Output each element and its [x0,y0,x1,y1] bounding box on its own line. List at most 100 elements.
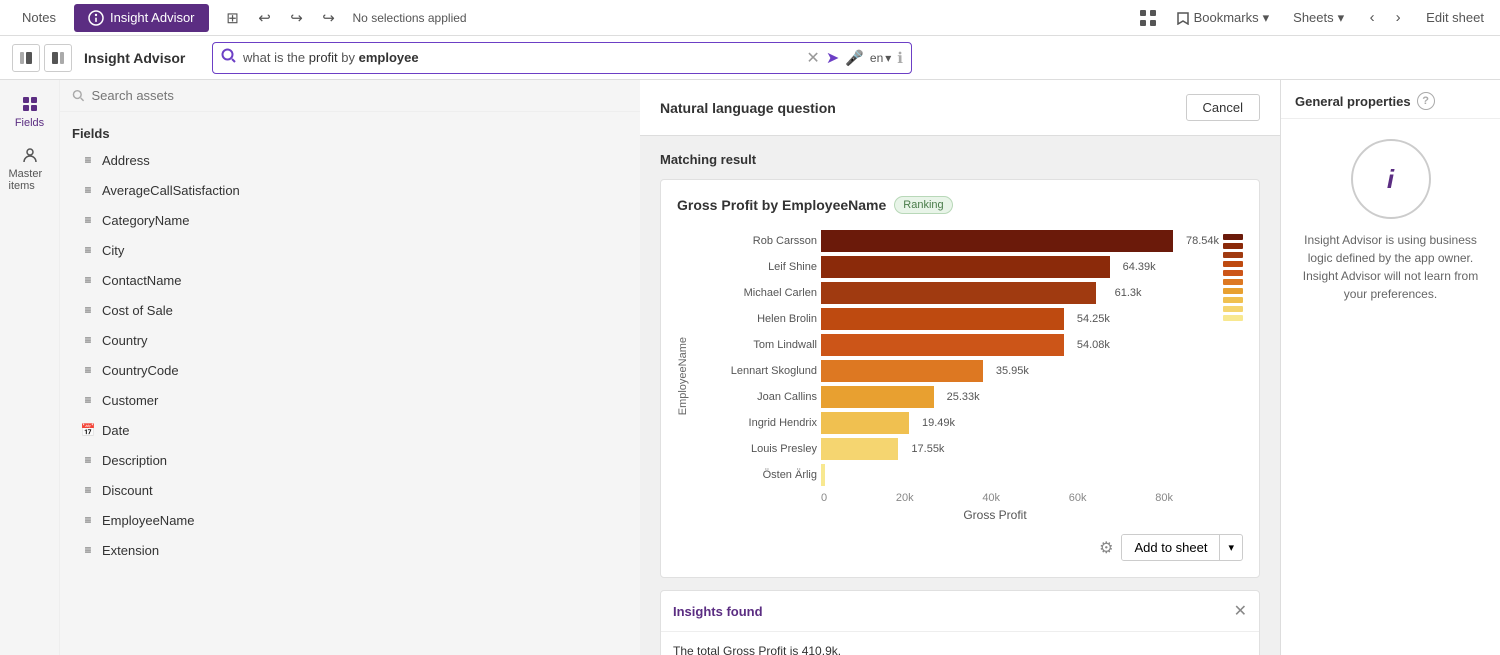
next-sheet-icon[interactable]: › [1386,6,1410,30]
left-panel-toggle[interactable] [12,44,40,72]
field-text-icon: ≡ [80,542,96,558]
edit-sheet-button[interactable]: Edit sheet [1418,6,1492,29]
field-item-categoryname[interactable]: ≡ CategoryName [72,205,628,235]
insights-close-icon[interactable]: ✕ [1234,601,1247,621]
fields-section-label: Fields [72,120,628,145]
selection-icon[interactable]: ⊞ [221,6,245,30]
info-description: Insight Advisor is using business logic … [1297,231,1484,303]
field-text-icon: ≡ [80,332,96,348]
bar-row-osten: Östen Ärlig [697,464,1173,486]
master-items-nav-item[interactable]: Master items [5,139,55,198]
insight-item-1: The total Gross Profit is 410.9k. [661,632,1259,655]
search-box: what is the profit by employee ✕ ➤ 🎤 en … [212,42,912,74]
topbar-right: Bookmarks ▾ Sheets ▾ ‹ › Edit sheet [1136,6,1492,30]
search-info-icon[interactable]: ℹ [897,49,903,67]
bar-row-joan: Joan Callins 25.33k [697,386,1173,408]
selections-forward-icon[interactable]: ↪ [317,6,341,30]
insight-icon [88,10,104,26]
insights-title: Insights found [673,604,763,619]
fields-nav-item[interactable]: Fields [5,88,55,135]
prev-sheet-icon[interactable]: ‹ [1360,6,1384,30]
chart-settings-icon[interactable]: ⚙ [1099,538,1113,558]
field-item-city[interactable]: ≡ City [72,235,628,265]
field-text-icon: ≡ [80,452,96,468]
fields-icon [20,94,40,114]
field-text-icon: ≡ [80,392,96,408]
search-submit-icon[interactable]: ➤ [826,48,839,68]
add-to-sheet-label[interactable]: Add to sheet [1122,535,1220,560]
help-icon[interactable]: ? [1417,92,1435,110]
bar-row-helen: Helen Brolin 54.25k [697,308,1173,330]
info-circle-icon: i [1351,139,1431,219]
field-text-icon: ≡ [80,212,96,228]
insight-advisor-tab[interactable]: Insight Advisor [74,4,209,32]
add-to-sheet-button[interactable]: Add to sheet ▾ [1121,534,1243,561]
bar-row-rob: Rob Carsson 78.54k [697,230,1173,252]
field-text-icon: ≡ [80,152,96,168]
topbar: Notes Insight Advisor ⊞ ↩ ↪ ↪ No selecti… [0,0,1500,36]
x-axis-labels: 0 20k 40k 60k 80k [697,492,1173,504]
field-item-countrycode[interactable]: ≡ CountryCode [72,355,628,385]
field-date-icon: 📅 [80,422,96,438]
insights-header: Insights found ✕ [661,591,1259,632]
fields-nav-label: Fields [15,117,44,129]
y-axis-label: EmployeeName [677,337,689,415]
no-selections-label: No selections applied [353,11,467,25]
fields-section: Fields ≡ Address ≡ AverageCallSatisfacti… [60,112,640,573]
field-item-averagecallsatisfaction[interactable]: ≡ AverageCallSatisfaction [72,175,628,205]
field-text-icon: ≡ [80,272,96,288]
assets-search-icon [72,89,86,103]
field-item-contactname[interactable]: ≡ ContactName [72,265,628,295]
bar-row-leif: Leif Shine 64.39k [697,256,1173,278]
field-item-country[interactable]: ≡ Country [72,325,628,355]
language-selector[interactable]: en ▾ [870,51,891,65]
notes-tab[interactable]: Notes [8,4,70,31]
field-item-customer[interactable]: ≡ Customer [72,385,628,415]
field-text-icon: ≡ [80,302,96,318]
search-icon [221,48,237,68]
right-panel: General properties ? i Insight Advisor i… [1280,80,1500,655]
bookmarks-button[interactable]: Bookmarks ▾ [1168,6,1278,30]
field-text-icon: ≡ [80,482,96,498]
nlq-title: Natural language question [660,100,836,116]
sheets-nav: ‹ › [1360,6,1410,30]
assets-search [60,80,640,112]
forward-icon[interactable]: ↪ [285,6,309,30]
grid-icon[interactable] [1136,6,1160,30]
master-items-icon [20,145,40,165]
field-item-extension[interactable]: ≡ Extension [72,535,628,565]
field-item-costofsale[interactable]: ≡ Cost of Sale [72,295,628,325]
right-panel-toggle[interactable] [44,44,72,72]
master-items-label: Master items [9,168,51,192]
sheets-button[interactable]: Sheets ▾ [1285,6,1352,30]
field-item-date[interactable]: 📅 Date [72,415,628,445]
sidebar-content: Fields ≡ Address ≡ AverageCallSatisfacti… [60,80,640,655]
field-item-discount[interactable]: ≡ Discount [72,475,628,505]
cancel-button[interactable]: Cancel [1186,94,1260,121]
main-layout: Fields Master items Fields ≡ [0,80,1500,655]
add-to-sheet-dropdown-icon[interactable]: ▾ [1220,536,1242,559]
search-clear-icon[interactable]: ✕ [806,48,819,68]
sidebar-nav: Fields Master items [0,80,60,655]
chart-title: Gross Profit by EmployeeName Ranking [677,196,1243,214]
field-item-employeename[interactable]: ≡ EmployeeName [72,505,628,535]
bar-row-louis: Louis Presley 17.55k [697,438,1173,460]
matching-result-label: Matching result [660,152,1260,167]
back-icon[interactable]: ↩ [253,6,277,30]
sidebar-fields-list: Fields ≡ Address ≡ AverageCallSatisfacti… [60,112,640,573]
bar-row-tom: Tom Lindwall 54.08k [697,334,1173,356]
microphone-icon[interactable]: 🎤 [845,49,864,67]
field-text-icon: ≡ [80,182,96,198]
field-item-description[interactable]: ≡ Description [72,445,628,475]
center-panel: Natural language question Cancel Matchin… [640,80,1280,655]
search-text-static: what is the profit by employee [243,50,419,65]
field-item-address[interactable]: ≡ Address [72,145,628,175]
general-properties-info: i Insight Advisor is using business logi… [1281,119,1500,323]
panel-toggles [12,44,72,72]
assets-search-input[interactable] [92,88,628,103]
field-text-icon: ≡ [80,362,96,378]
matching-result-section: Matching result Gross Profit by Employee… [640,136,1280,655]
ranking-badge: Ranking [894,196,952,214]
bar-row-michael: Michael Carlen 61.3k [697,282,1173,304]
x-axis-title: Gross Profit [697,508,1173,522]
